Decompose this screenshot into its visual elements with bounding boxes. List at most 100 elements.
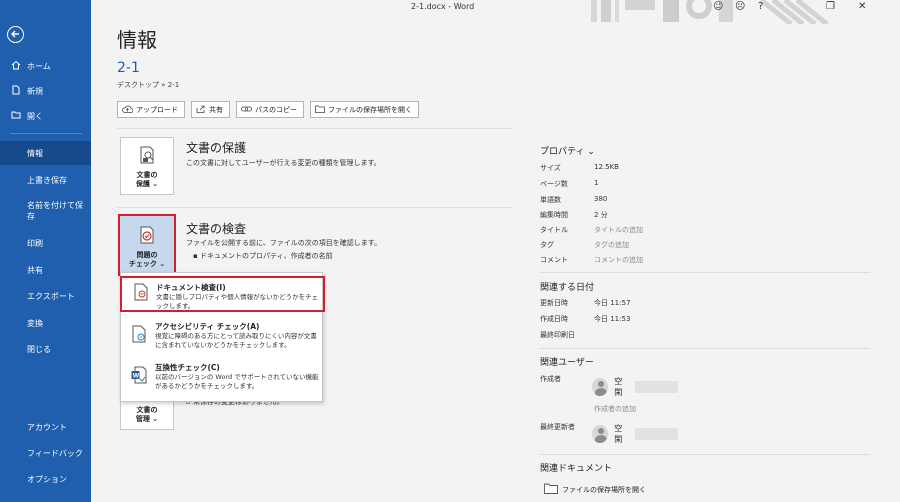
page-title: 情報 [117, 28, 157, 52]
compatibility-check-title: 互換性チェック(C) [155, 363, 220, 372]
lock-search-icon [136, 144, 158, 169]
open-file-location-link[interactable]: ファイルの保存場所を開く [544, 483, 646, 496]
accessibility-check-desc: 視覚に障碍のある方にとって読み取りにくい内容が文書に含まれていないかどうかをチェ… [155, 332, 317, 349]
last-modified-name: 空閑 [614, 424, 623, 444]
date-value: 今日 11:53 [594, 315, 631, 323]
menu-item-accessibility-check[interactable]: アクセシビリティ チェック(A) 視覚に障碍のある方にとって読み取りにくい内容が… [121, 317, 322, 357]
section-divider [540, 272, 870, 273]
nav-share-label: 共有 [27, 265, 43, 275]
help-icon[interactable]: ? [758, 1, 763, 12]
file-toolbar: アップロード 共有 パスのコピー ファイルの保存場所を開く [117, 101, 419, 118]
nav-home-label: ホーム [27, 61, 51, 71]
add-title-field[interactable]: タイトルの追加 [594, 225, 643, 235]
document-name: 2-1 [117, 60, 140, 76]
new-doc-icon [11, 85, 23, 97]
date-label: 最終印刷日 [540, 331, 575, 339]
back-arrow-icon[interactable] [7, 26, 24, 43]
author-label-text: 作成者 [540, 375, 561, 383]
inspect-title: 文書の検査 [186, 222, 247, 236]
word-compatibility-icon: W [131, 366, 147, 387]
nav-options[interactable]: オプション [0, 467, 91, 491]
add-tag-field[interactable]: タグの追加 [594, 240, 629, 250]
smiley-feedback-icon[interactable]: ☺ [713, 1, 723, 12]
add-author-link[interactable]: 作成者の追加 [594, 404, 636, 414]
accessibility-check-title: アクセシビリティ チェック(A) [155, 322, 260, 331]
svg-text:W: W [133, 373, 140, 380]
nav-save-as-label: 名前を付けて保存 [27, 200, 83, 222]
related-users-title: 関連ユーザー [540, 358, 594, 368]
check-issues-button[interactable]: 問題の チェック ⌄ [118, 214, 176, 276]
share-icon [196, 105, 206, 115]
open-location-button[interactable]: ファイルの保存場所を開く [310, 101, 419, 118]
section-divider [117, 207, 512, 208]
menu-item-inspect-document[interactable]: ドキュメント検査(I) 文書に隠しプロパティや個人情報がないかどうかをチェックし… [120, 276, 325, 312]
menu-item-compatibility-check[interactable]: W 互換性チェック(C) 以前のバージョンの Word でサポートされていない機… [121, 358, 322, 398]
nav-save-as[interactable]: 名前を付けて保存 [0, 198, 91, 226]
redacted-name [634, 381, 678, 393]
avatar [592, 425, 609, 443]
document-path: デスクトップ » 2-1 [117, 81, 180, 89]
folder-icon [11, 110, 23, 122]
open-location-label: ファイルの保存場所を開く [328, 105, 412, 114]
nav-info[interactable]: 情報 [0, 141, 91, 165]
nav-share[interactable]: 共有 [0, 258, 91, 282]
open-file-location-label: ファイルの保存場所を開く [562, 485, 646, 494]
prop-value: 12.5KB [594, 163, 619, 171]
protect-title: 文書の保護 [186, 141, 247, 155]
title-bar: 2-1.docx - Word ☺ ☹ ? ❐ ✕ [91, 0, 900, 24]
nav-export[interactable]: エクスポート [0, 284, 91, 308]
nav-save-as-line1: 名前を付けて保 [27, 201, 83, 210]
cloud-upload-icon [122, 105, 134, 115]
author-person[interactable]: 空閑 [592, 376, 678, 398]
inspect-document-desc: 文書に隠しプロパティや個人情報がないかどうかをチェックします。 [156, 293, 319, 310]
upload-button[interactable]: アップロード [117, 101, 185, 118]
last-modified-person[interactable]: 空閑 [592, 423, 678, 445]
nav-feedback-label: フィードバック [27, 448, 83, 458]
nav-new[interactable]: 新規 [0, 79, 91, 103]
nav-open[interactable]: 開く [0, 104, 91, 128]
restore-window-icon[interactable]: ❐ [826, 1, 835, 12]
date-label: 作成日時 [540, 315, 568, 323]
nav-account[interactable]: アカウント [0, 415, 91, 439]
folder-icon [544, 483, 558, 496]
date-label: 更新日時 [540, 299, 568, 307]
protect-btn-line1: 文書の [136, 171, 158, 179]
date-value: 今日 11:57 [594, 299, 631, 307]
prop-label: 編集時間 [540, 211, 568, 219]
nav-account-label: アカウント [27, 422, 67, 432]
copy-path-button[interactable]: パスのコピー [236, 101, 304, 118]
related-dates-title: 関連する日付 [540, 283, 595, 293]
nav-close[interactable]: 閉じる [0, 337, 91, 361]
share-button[interactable]: 共有 [191, 101, 230, 118]
protect-document-button[interactable]: 文書の 保護 ⌄ [120, 137, 174, 195]
home-icon [11, 60, 23, 72]
nav-print[interactable]: 印刷 [0, 231, 91, 255]
properties-title[interactable]: プロパティ ⌄ [540, 144, 595, 157]
section-divider [540, 454, 870, 455]
nav-info-label: 情報 [27, 148, 43, 158]
nav-save-as-line2: 存 [27, 212, 35, 221]
nav-transform-label: 変換 [27, 318, 43, 328]
inspect-btn-line2: チェック ⌄ [128, 260, 166, 268]
frown-feedback-icon[interactable]: ☹ [735, 1, 745, 12]
add-comment-field[interactable]: コメントの追加 [594, 255, 643, 265]
nav-new-label: 新規 [27, 86, 43, 96]
folder-icon [315, 105, 325, 115]
nav-save[interactable]: 上書き保存 [0, 168, 91, 192]
compatibility-check-desc: 以前のバージョンの Word でサポートされていない機能があるかどうかをチェック… [155, 373, 319, 390]
nav-save-label: 上書き保存 [27, 175, 67, 185]
nav-transform[interactable]: 変換 [0, 311, 91, 335]
nav-feedback[interactable]: フィードバック [0, 441, 91, 465]
upload-label: アップロード [136, 105, 178, 114]
section-divider [117, 128, 512, 129]
redacted-name [634, 428, 678, 440]
nav-home[interactable]: ホーム [0, 54, 91, 78]
inspect-bullet-text: ドキュメントのプロパティ、作成者の名前 [199, 252, 333, 260]
nav-options-label: オプション [27, 474, 67, 484]
nav-close-label: 閉じる [27, 344, 51, 354]
prop-value: 1 [594, 179, 599, 187]
document-check-icon [136, 224, 158, 249]
share-label: 共有 [209, 105, 223, 114]
protect-btn-line2: 保護 ⌄ [135, 180, 159, 188]
close-window-icon[interactable]: ✕ [858, 1, 866, 12]
